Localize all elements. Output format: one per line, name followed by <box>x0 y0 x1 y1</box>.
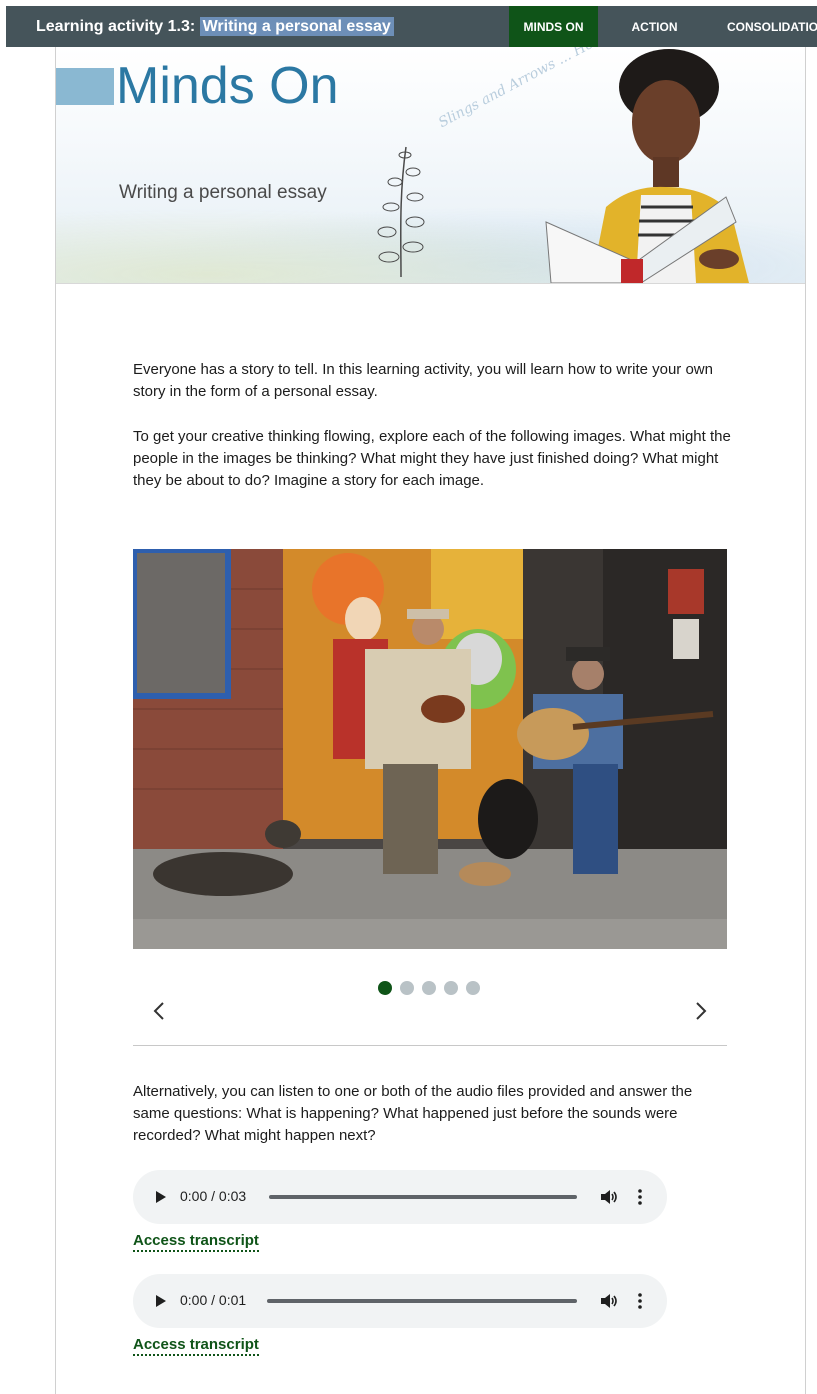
more-options-icon[interactable] <box>635 1291 645 1311</box>
carousel-pagination <box>378 981 480 995</box>
audio-progress-track-1[interactable] <box>269 1195 577 1199</box>
carousel-image-street-musicians <box>133 549 727 949</box>
section-tabs: MINDS ON ACTION CONSOLIDATION <box>509 6 817 47</box>
carousel-prev-chevron-left-icon[interactable] <box>148 997 172 1025</box>
banner-accent-block <box>56 68 114 105</box>
carousel-dot-5[interactable] <box>466 981 480 995</box>
tab-consolidation-label: CONSOLIDATION <box>727 19 817 34</box>
activity-title: Learning activity 1.3: Writing a persona… <box>6 16 394 36</box>
minds-on-banner: Minds On Writing a personal essay Slings… <box>56 47 805 284</box>
carousel-dot-2[interactable] <box>400 981 414 995</box>
audio-time-2: 0:00 / 0:01 <box>180 1292 247 1308</box>
activity-title-highlight: Writing a personal essay <box>199 16 394 36</box>
access-transcript-link-1[interactable]: Access transcript <box>133 1232 259 1252</box>
banner-subheading: Writing a personal essay <box>119 182 327 203</box>
play-icon[interactable] <box>153 1293 169 1309</box>
access-transcript-link-2[interactable]: Access transcript <box>133 1336 259 1356</box>
tab-consolidation[interactable]: CONSOLIDATION <box>711 6 817 47</box>
section-divider <box>133 1045 727 1046</box>
tab-action[interactable]: ACTION <box>598 6 711 47</box>
intro-paragraph-1: Everyone has a story to tell. In this le… <box>133 361 713 400</box>
carousel-dot-1[interactable] <box>378 981 392 995</box>
audio-player-2[interactable]: 0:00 / 0:01 <box>133 1274 667 1328</box>
play-icon[interactable] <box>153 1189 169 1205</box>
carousel-next-chevron-right-icon[interactable] <box>688 997 712 1025</box>
carousel-dot-4[interactable] <box>444 981 458 995</box>
volume-icon[interactable] <box>599 1291 619 1311</box>
activity-title-prefix: Learning activity 1.3: <box>36 17 200 35</box>
audio-progress-track-2[interactable] <box>267 1299 577 1303</box>
top-navigation-bar: Learning activity 1.3: Writing a persona… <box>6 6 817 47</box>
audio-player-1[interactable]: 0:00 / 0:03 <box>133 1170 667 1224</box>
street-musicians-photo <box>133 549 727 949</box>
audio-intro-paragraph: Alternatively, you can listen to one or … <box>133 1083 693 1144</box>
banner-heading: Minds On <box>116 57 339 115</box>
audio-time-1: 0:00 / 0:03 <box>180 1188 247 1204</box>
fern-illustration-icon <box>377 146 425 277</box>
reading-woman-illustration <box>545 49 749 283</box>
tab-minds-on[interactable]: MINDS ON <box>509 6 598 47</box>
more-options-icon[interactable] <box>635 1187 645 1207</box>
intro-paragraph-2: To get your creative thinking flowing, e… <box>133 428 731 489</box>
carousel-dot-3[interactable] <box>422 981 436 995</box>
volume-icon[interactable] <box>599 1187 619 1207</box>
tab-action-label: ACTION <box>631 19 678 34</box>
tab-minds-on-label: MINDS ON <box>523 19 584 34</box>
